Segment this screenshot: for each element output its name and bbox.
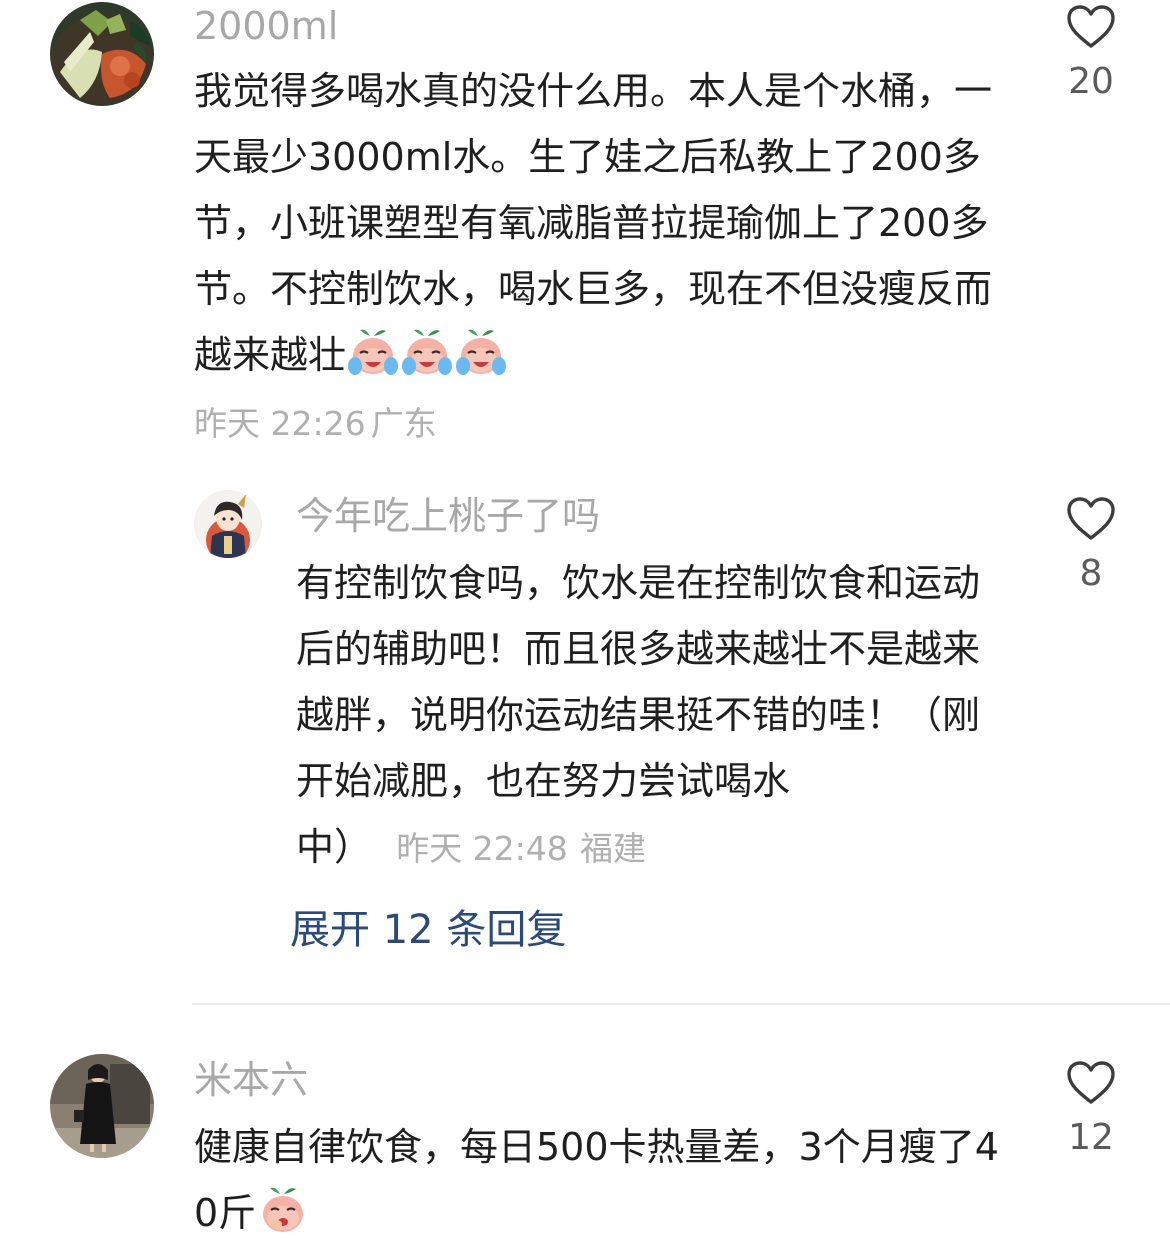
comment-text: 健康自律饮食，每日500卡热量差，3个月瘦了40斤 [194, 1114, 1014, 1241]
comment-meta: 昨天 22:26 广东 [194, 402, 437, 452]
comment-text: 有控制饮食吗，饮水是在控制饮食和运动后的辅助吧！而且很多越来越壮不是越来越胖，说… [296, 550, 996, 882]
heart-outline-icon [1067, 1061, 1115, 1104]
comment-text-content: 我觉得多喝水真的没什么用。本人是个水桶，一天最少3000ml水。生了娃之后私教上… [194, 69, 993, 377]
location: 广东 [370, 404, 437, 443]
like-button[interactable]: 12 [1051, 1060, 1131, 1160]
divider [192, 1003, 1170, 1005]
avatar[interactable] [194, 490, 262, 558]
like-count: 12 [1068, 1117, 1114, 1158]
timestamp: 昨天 22:26 [194, 404, 366, 443]
comment-list: 2000ml 我觉得多喝水真的没什么用。本人是个水桶，一天最少3000ml水。生… [0, 0, 1170, 1241]
expand-replies-link[interactable]: 展开 12 条回复 [290, 904, 566, 956]
like-button[interactable]: 8 [1051, 496, 1131, 596]
timestamp: 昨天 22:48 [396, 829, 568, 868]
comment-text-content: 有控制饮食吗，饮水是在控制饮食和运动后的辅助吧！而且很多越来越壮不是越来越胖，说… [296, 561, 981, 869]
username[interactable]: 2000ml [194, 2, 338, 50]
like-button[interactable]: 20 [1051, 4, 1131, 104]
giggling-peach-emoji [256, 1184, 310, 1238]
heart-outline-icon [1067, 5, 1115, 48]
heart-outline-icon [1067, 497, 1115, 540]
comment-text-content: 健康自律饮食，每日500卡热量差，3个月瘦了40斤 [194, 1125, 999, 1235]
comment-text: 我觉得多喝水真的没什么用。本人是个水桶，一天最少3000ml水。生了娃之后私教上… [194, 58, 1014, 388]
crying-peach-emoji [454, 326, 508, 380]
crying-peach-emoji [346, 326, 400, 380]
like-count: 20 [1068, 61, 1114, 102]
avatar[interactable] [50, 1054, 154, 1158]
like-count: 8 [1079, 553, 1103, 594]
username[interactable]: 今年吃上桃子了吗 [296, 492, 600, 540]
avatar[interactable] [50, 2, 154, 106]
crying-peach-emoji [400, 326, 454, 380]
username[interactable]: 米本六 [194, 1056, 308, 1104]
location: 福建 [579, 829, 646, 868]
